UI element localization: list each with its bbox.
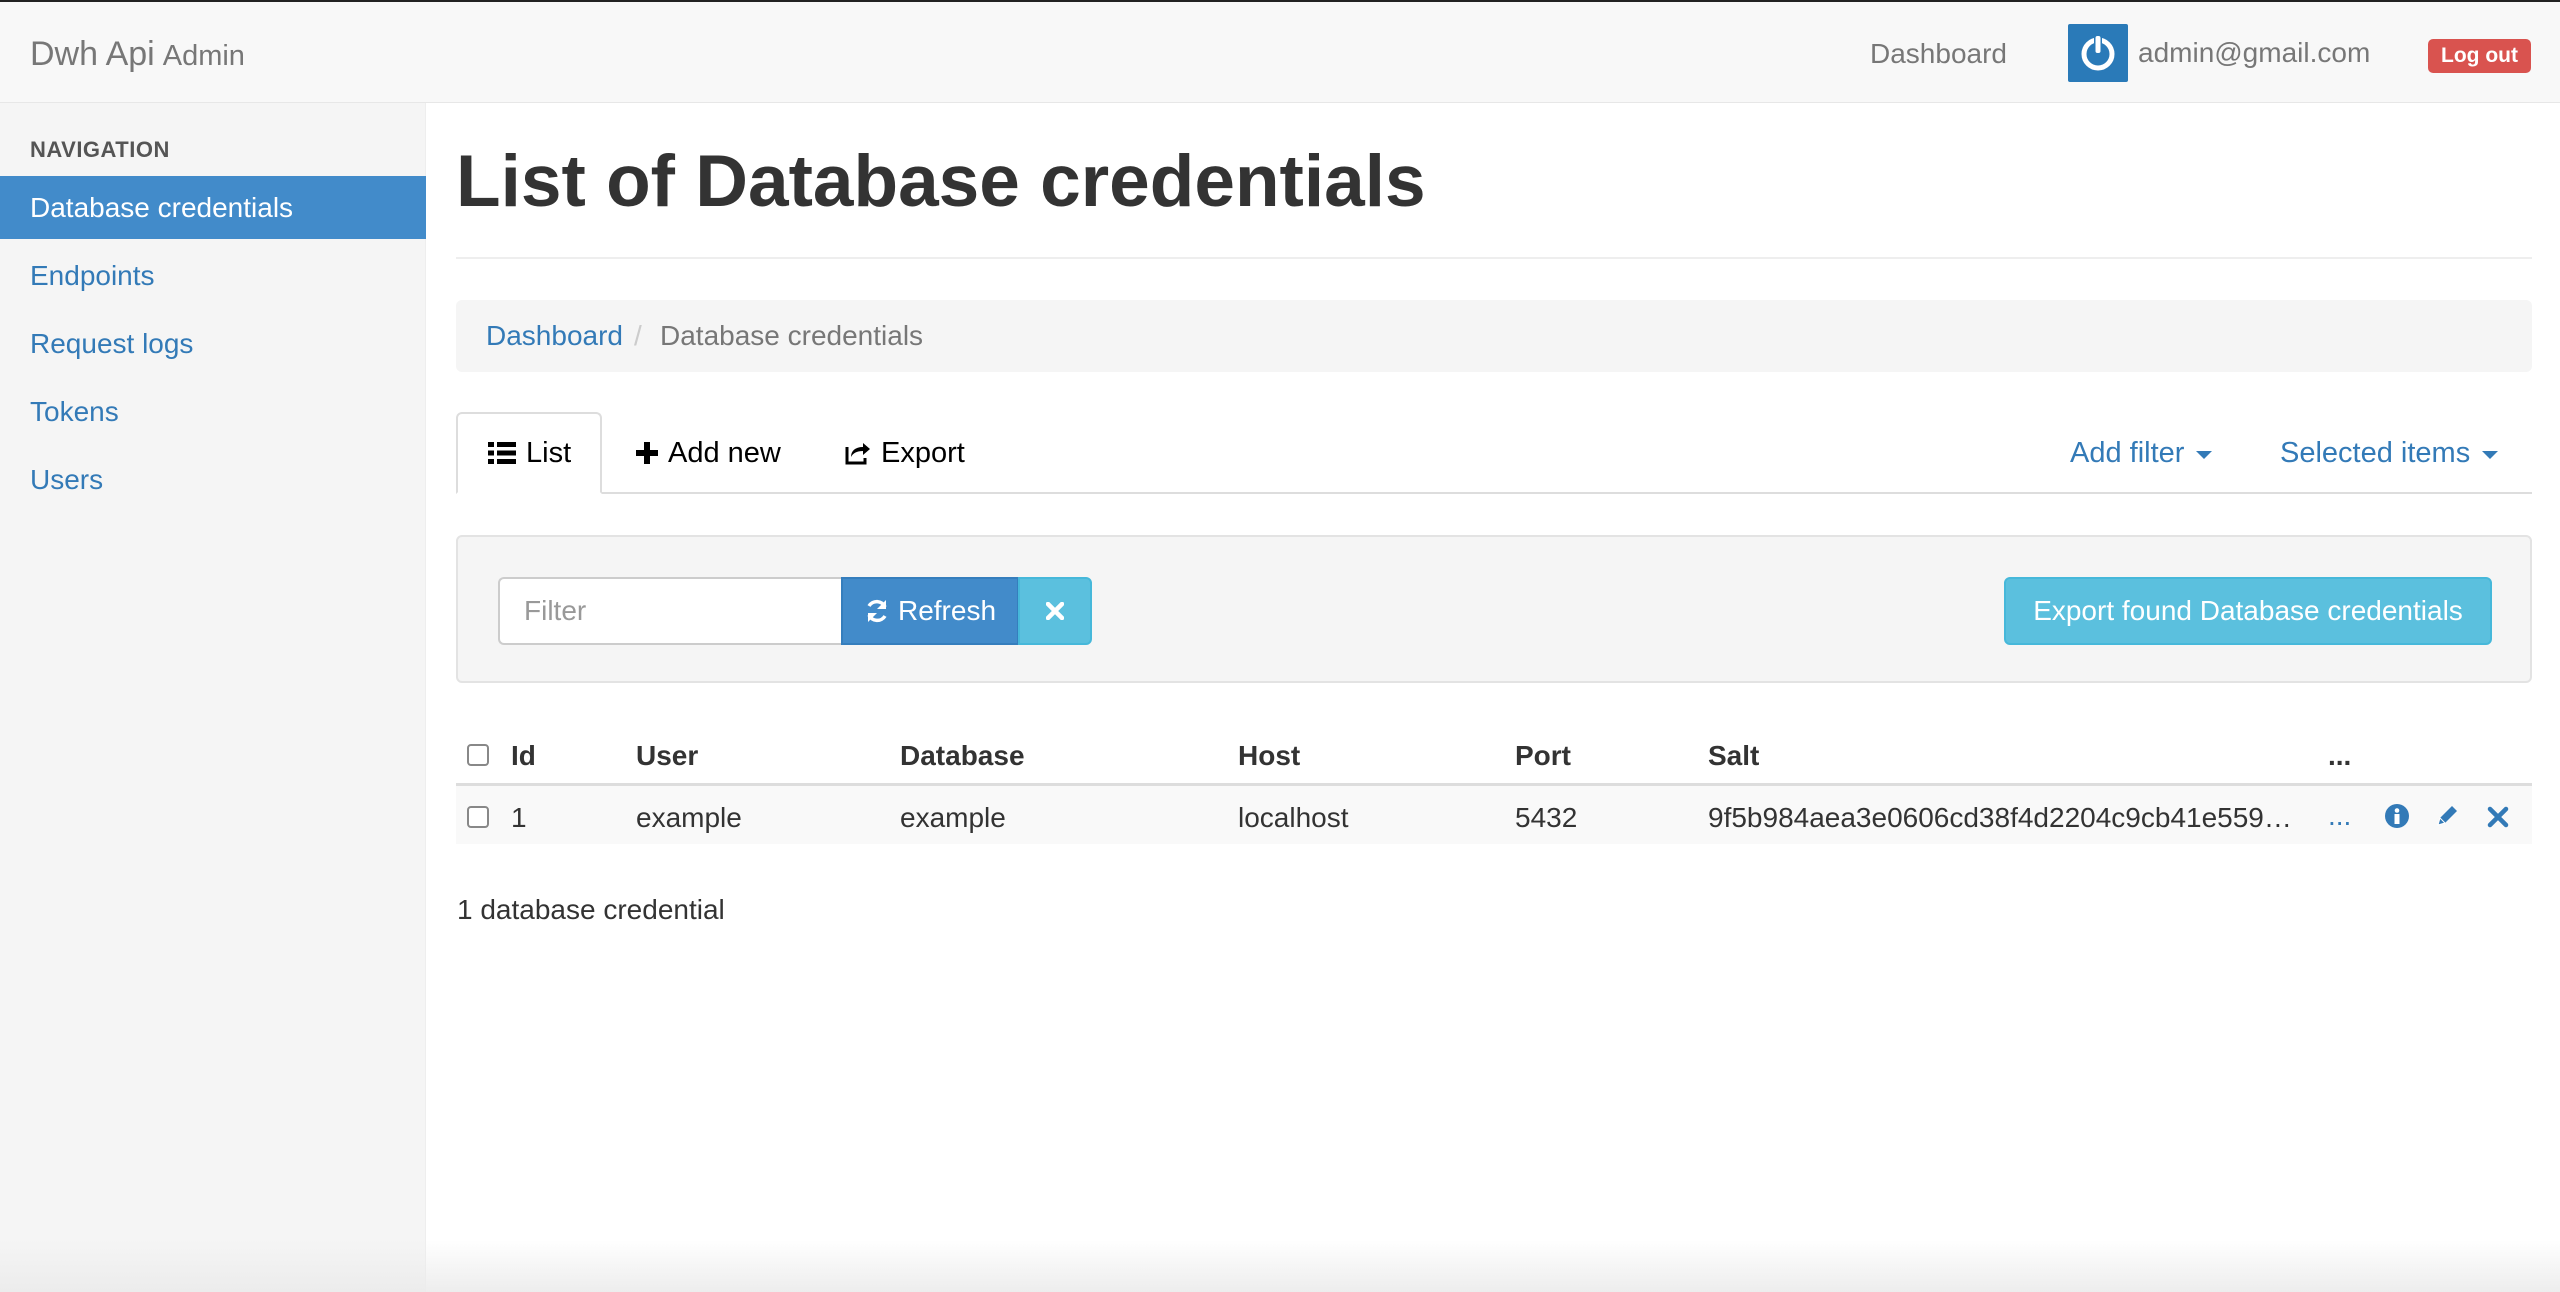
caret-down-icon (2196, 451, 2213, 459)
tab-add-new-label: Add new (668, 437, 781, 469)
brand-subtitle: Admin (162, 40, 245, 72)
tab-add-new[interactable]: Add new (636, 412, 781, 494)
sidebar-item-database-credentials[interactable]: Database credentials (0, 176, 426, 239)
filter-panel: Refresh Export found Database credential… (456, 535, 2532, 683)
row-info-button[interactable] (2384, 802, 2410, 838)
selected-items-label: Selected items (2280, 437, 2471, 469)
sidebar-item-request-logs[interactable]: Request logs (0, 312, 426, 375)
sidebar-item-tokens[interactable]: Tokens (0, 380, 426, 443)
breadcrumb-dashboard-link[interactable]: Dashboard (486, 318, 623, 354)
avatar[interactable] (2068, 24, 2128, 82)
export-found-button[interactable]: Export found Database credentials (2004, 577, 2492, 645)
remove-icon (2487, 806, 2509, 828)
cell-id: 1 (511, 802, 527, 833)
logout-button[interactable]: Log out (2428, 39, 2531, 73)
tab-list-label: List (526, 437, 572, 469)
plus-icon (636, 442, 658, 464)
selected-items-dropdown[interactable]: Selected items (2280, 412, 2499, 494)
row-more-link[interactable]: ... (2328, 798, 2351, 834)
cell-port: 5432 (1515, 802, 1578, 833)
column-header-user[interactable]: User (636, 738, 698, 774)
cell-salt: 9f5b984aea3e0606cd38f4d2204c9cb41e559… (1708, 802, 2292, 833)
breadcrumb: Dashboard / Database credentials (456, 300, 2532, 372)
sidebar: NAVIGATION Database credentials Endpoint… (0, 103, 426, 1292)
power-icon (2081, 34, 2115, 71)
column-header-salt[interactable]: Salt (1708, 738, 1759, 774)
breadcrumb-current: Database credentials (660, 320, 924, 351)
sidebar-header: NAVIGATION (30, 137, 170, 162)
column-header-database[interactable]: Database (900, 738, 1025, 774)
column-header-port[interactable]: Port (1515, 738, 1571, 774)
row-checkbox[interactable] (467, 806, 489, 828)
clear-filter-button[interactable] (1018, 577, 1092, 645)
sidebar-item-users[interactable]: Users (0, 448, 426, 511)
brand-name: Dwh Api (30, 35, 155, 73)
cell-database: example (900, 802, 1006, 833)
nav-dashboard-link[interactable]: Dashboard (1870, 36, 2007, 72)
tab-export[interactable]: Export (845, 412, 965, 494)
info-icon (2385, 804, 2409, 828)
refresh-label: Refresh (897, 595, 997, 626)
caret-down-icon (2482, 451, 2499, 459)
page-title: List of Database credentials (456, 141, 1426, 222)
column-header-host[interactable]: Host (1238, 738, 1300, 774)
row-edit-button[interactable] (2434, 802, 2460, 838)
window-bottom-shadow (0, 1240, 2560, 1292)
sidebar-item-endpoints[interactable]: Endpoints (0, 244, 426, 307)
list-icon (488, 442, 516, 464)
brand[interactable]: Dwh Api Admin (30, 32, 245, 78)
cell-user: example (636, 802, 742, 833)
column-header-more: ... (2328, 740, 2352, 771)
share-icon (845, 443, 870, 465)
pencil-icon (2437, 806, 2457, 826)
close-icon (1046, 602, 1064, 620)
refresh-icon (867, 599, 887, 623)
add-filter-label: Add filter (2070, 437, 2185, 469)
breadcrumb-separator: / (634, 320, 642, 351)
refresh-button[interactable]: Refresh (841, 577, 1019, 645)
add-filter-dropdown[interactable]: Add filter (2070, 412, 2213, 494)
title-divider (456, 257, 2532, 259)
user-email[interactable]: admin@gmail.com (2138, 35, 2370, 71)
cell-host: localhost (1238, 802, 1349, 833)
select-all-checkbox[interactable] (467, 744, 489, 766)
tab-list[interactable]: List (456, 412, 602, 494)
top-navbar: Dwh Api Admin Dashboard admin@gmail.com L… (0, 0, 2560, 103)
row-delete-button[interactable] (2486, 802, 2510, 838)
filter-input[interactable] (498, 577, 843, 645)
tab-export-label: Export (881, 437, 965, 469)
column-header-id[interactable]: Id (511, 738, 536, 774)
result-count: 1 database credential (457, 894, 725, 925)
